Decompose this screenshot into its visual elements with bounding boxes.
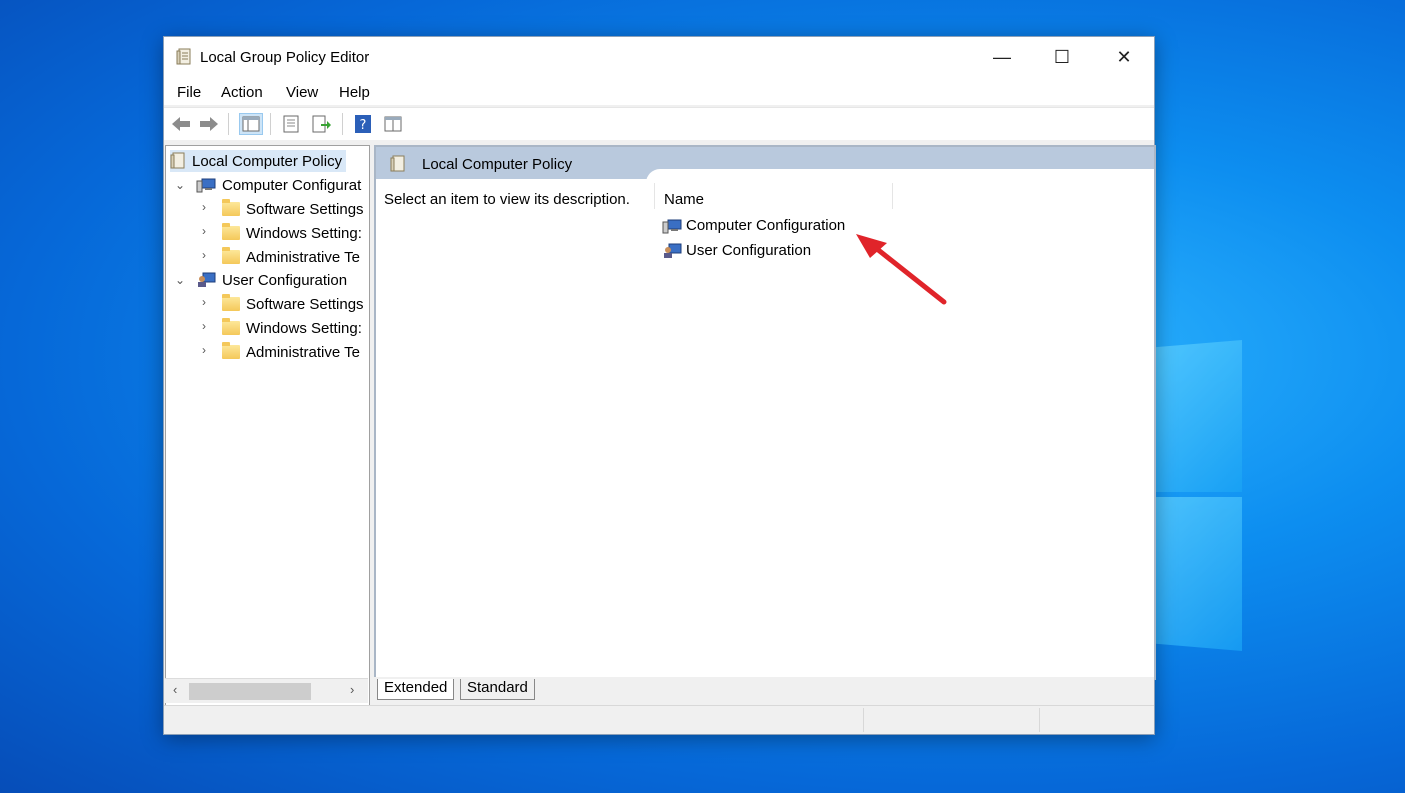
chevron-right-icon[interactable]: › bbox=[202, 248, 206, 262]
status-divider bbox=[863, 708, 864, 732]
column-header-name[interactable]: Name bbox=[664, 191, 704, 208]
tree-label: Software Settings bbox=[246, 200, 364, 218]
policy-doc-icon bbox=[170, 152, 185, 169]
tree-item-windows-settings[interactable]: Windows Setting: bbox=[222, 222, 362, 244]
forward-arrow-icon[interactable] bbox=[198, 114, 220, 134]
column-divider[interactable] bbox=[892, 183, 893, 209]
user-config-icon bbox=[198, 272, 216, 287]
chevron-right-icon[interactable]: › bbox=[202, 295, 206, 309]
window-title: Local Group Policy Editor bbox=[200, 49, 370, 66]
menu-bar: File Action View Help bbox=[164, 77, 1154, 105]
tree-label: User Configuration bbox=[222, 271, 348, 289]
chevron-down-icon[interactable]: ⌄ bbox=[175, 178, 185, 192]
folder-icon bbox=[222, 318, 240, 335]
list-item-label: Computer Configuration bbox=[686, 217, 846, 234]
tree-item-administrative-templates[interactable]: Administrative Te bbox=[222, 341, 360, 363]
description-text: Select an item to view its description. bbox=[384, 191, 630, 208]
policy-doc-icon bbox=[176, 48, 191, 65]
chevron-down-icon[interactable]: ⌄ bbox=[175, 273, 185, 287]
extended-view-icon[interactable] bbox=[382, 114, 404, 134]
properties-icon[interactable] bbox=[280, 114, 302, 134]
folder-icon bbox=[222, 247, 240, 264]
tab-standard[interactable]: Standard bbox=[460, 679, 535, 700]
tree-label: Windows Setting: bbox=[246, 319, 362, 337]
details-pane: Local Computer Policy Select an item to … bbox=[374, 145, 1156, 680]
user-config-icon bbox=[664, 243, 682, 258]
tab-extended[interactable]: Extended bbox=[377, 679, 455, 700]
title-bar: Local Group Policy Editor — ☐ ✕ bbox=[164, 37, 1154, 77]
tree-item-administrative-templates[interactable]: Administrative Te bbox=[222, 246, 360, 268]
maximize-icon: ☐ bbox=[1053, 46, 1071, 67]
scroll-left-icon[interactable]: ‹ bbox=[173, 682, 177, 697]
tree-pane: Local Computer Policy ⌄ Computer Configu… bbox=[165, 145, 370, 707]
list-item-label: User Configuration bbox=[686, 242, 812, 259]
policy-doc-icon bbox=[390, 155, 405, 172]
toolbar-separator bbox=[270, 113, 271, 135]
computer-config-icon bbox=[196, 178, 216, 193]
desktop-logo-pane bbox=[1150, 340, 1242, 492]
tree-item-windows-settings[interactable]: Windows Setting: bbox=[222, 317, 362, 339]
help-icon[interactable]: ? bbox=[352, 114, 374, 134]
column-divider bbox=[654, 183, 655, 209]
tree-item-software-settings[interactable]: Software Settings bbox=[222, 198, 364, 220]
toolbar: ? bbox=[164, 107, 1154, 140]
header-curve bbox=[646, 169, 1154, 189]
chevron-right-icon[interactable]: › bbox=[202, 224, 206, 238]
menu-action[interactable]: Action bbox=[221, 84, 263, 101]
chevron-right-icon[interactable]: › bbox=[202, 343, 206, 357]
desktop-logo-pane bbox=[1150, 497, 1242, 651]
tree-label: Computer Configurat bbox=[222, 176, 362, 194]
chevron-right-icon[interactable]: › bbox=[202, 200, 206, 214]
tree-label: Administrative Te bbox=[246, 248, 360, 266]
list-item-computer-configuration[interactable]: Computer Configuration bbox=[662, 217, 845, 234]
folder-icon bbox=[222, 223, 240, 240]
menu-help[interactable]: Help bbox=[339, 84, 370, 101]
gpedit-window: Local Group Policy Editor — ☐ ✕ File Act… bbox=[163, 36, 1156, 735]
list-item-user-configuration[interactable]: User Configuration bbox=[662, 242, 811, 259]
tree-item-computer-configuration[interactable]: Computer Configurat bbox=[196, 174, 361, 196]
close-button[interactable]: ✕ bbox=[1094, 37, 1154, 77]
tree-item-user-configuration[interactable]: User Configuration bbox=[196, 269, 347, 291]
tree-label: Local Computer Policy bbox=[192, 152, 343, 170]
folder-icon bbox=[222, 199, 240, 216]
minimize-button[interactable]: — bbox=[972, 37, 1032, 77]
details-title: Local Computer Policy bbox=[422, 156, 573, 173]
computer-config-icon bbox=[662, 219, 682, 233]
tree-item-software-settings[interactable]: Software Settings bbox=[222, 293, 364, 315]
scroll-right-icon[interactable]: › bbox=[350, 682, 354, 697]
status-divider bbox=[1039, 708, 1040, 732]
menu-view[interactable]: View bbox=[286, 84, 318, 101]
folder-icon bbox=[222, 294, 240, 311]
export-list-icon[interactable] bbox=[310, 114, 332, 134]
close-icon: ✕ bbox=[1116, 46, 1132, 67]
chevron-right-icon[interactable]: › bbox=[202, 319, 206, 333]
tree-item-local-computer-policy[interactable]: Local Computer Policy bbox=[170, 150, 347, 172]
tree-label: Administrative Te bbox=[246, 343, 360, 361]
back-arrow-icon[interactable] bbox=[170, 114, 192, 134]
tree-label: Software Settings bbox=[246, 295, 364, 313]
horizontal-scrollbar[interactable]: ‹ › bbox=[165, 678, 368, 703]
maximize-button[interactable]: ☐ bbox=[1032, 37, 1092, 77]
svg-text:?: ? bbox=[360, 118, 367, 133]
status-bar bbox=[164, 705, 1154, 734]
minimize-icon: — bbox=[993, 46, 1011, 67]
folder-icon bbox=[222, 342, 240, 359]
tree-label: Windows Setting: bbox=[246, 224, 362, 242]
show-hide-tree-icon[interactable] bbox=[239, 113, 263, 135]
scroll-thumb[interactable] bbox=[189, 683, 311, 700]
menu-file[interactable]: File bbox=[177, 84, 201, 101]
toolbar-separator bbox=[342, 113, 343, 135]
toolbar-separator bbox=[228, 113, 229, 135]
view-tabs: Extended Standard bbox=[374, 677, 1154, 703]
